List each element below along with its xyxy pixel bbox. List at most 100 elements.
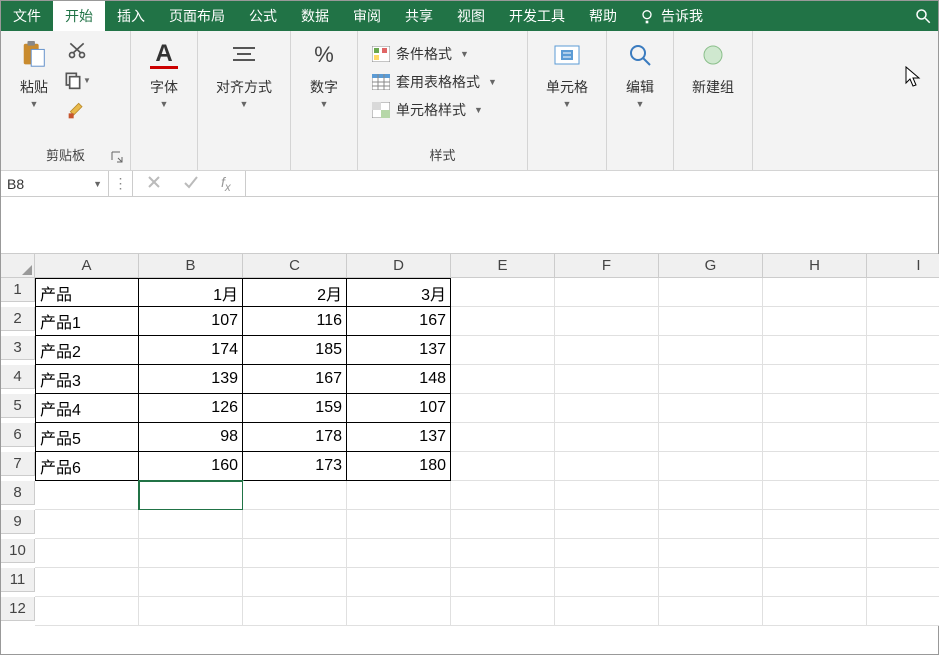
cell-F3[interactable] xyxy=(555,336,659,365)
cell-H8[interactable] xyxy=(763,481,867,510)
cell-I5[interactable] xyxy=(867,394,939,423)
cell-E11[interactable] xyxy=(451,568,555,597)
tab-view[interactable]: 视图 xyxy=(445,1,497,31)
cell-C2[interactable]: 116 xyxy=(243,307,347,336)
cell-F7[interactable] xyxy=(555,452,659,481)
col-header-A[interactable]: A xyxy=(35,254,139,278)
cell-E8[interactable] xyxy=(451,481,555,510)
cut-button[interactable] xyxy=(63,37,91,63)
editing-button[interactable]: 编辑 ▼ xyxy=(615,37,665,113)
row-header-9[interactable]: 9 xyxy=(1,510,35,534)
cell-B11[interactable] xyxy=(139,568,243,597)
cell-F10[interactable] xyxy=(555,539,659,568)
alignment-button[interactable]: 对齐方式 ▼ xyxy=(206,37,282,113)
paste-button[interactable]: 粘贴 ▼ xyxy=(9,37,59,113)
cell-D1[interactable]: 3月 xyxy=(347,278,451,307)
cell-G2[interactable] xyxy=(659,307,763,336)
cell-B6[interactable]: 98 xyxy=(139,423,243,452)
cell-D3[interactable]: 137 xyxy=(347,336,451,365)
cell-A2[interactable]: 产品1 xyxy=(35,307,139,336)
cell-G11[interactable] xyxy=(659,568,763,597)
col-header-C[interactable]: C xyxy=(243,254,347,278)
row-header-1[interactable]: 1 xyxy=(1,278,35,302)
cell-F5[interactable] xyxy=(555,394,659,423)
cell-B12[interactable] xyxy=(139,597,243,626)
cell-G3[interactable] xyxy=(659,336,763,365)
row-header-12[interactable]: 12 xyxy=(1,597,35,621)
cell-F1[interactable] xyxy=(555,278,659,307)
tab-data[interactable]: 数据 xyxy=(289,1,341,31)
cell-A3[interactable]: 产品2 xyxy=(35,336,139,365)
cell-A6[interactable]: 产品5 xyxy=(35,423,139,452)
name-box[interactable]: B8 ▼ xyxy=(1,171,109,196)
cell-H9[interactable] xyxy=(763,510,867,539)
tab-review[interactable]: 审阅 xyxy=(341,1,393,31)
cell-E1[interactable] xyxy=(451,278,555,307)
cell-H5[interactable] xyxy=(763,394,867,423)
cell-D7[interactable]: 180 xyxy=(347,452,451,481)
row-header-3[interactable]: 3 xyxy=(1,336,35,360)
cell-D11[interactable] xyxy=(347,568,451,597)
cell-C3[interactable]: 185 xyxy=(243,336,347,365)
col-header-F[interactable]: F xyxy=(555,254,659,278)
cell-G8[interactable] xyxy=(659,481,763,510)
cell-A5[interactable]: 产品4 xyxy=(35,394,139,423)
row-header-8[interactable]: 8 xyxy=(1,481,35,505)
cell-B2[interactable]: 107 xyxy=(139,307,243,336)
cell-B9[interactable] xyxy=(139,510,243,539)
cell-C9[interactable] xyxy=(243,510,347,539)
cell-H4[interactable] xyxy=(763,365,867,394)
cell-A4[interactable]: 产品3 xyxy=(35,365,139,394)
cell-B4[interactable]: 139 xyxy=(139,365,243,394)
enter-formula-button[interactable] xyxy=(183,175,199,192)
cancel-formula-button[interactable] xyxy=(147,175,161,192)
cell-F4[interactable] xyxy=(555,365,659,394)
formula-input[interactable] xyxy=(246,171,938,196)
cell-C1[interactable]: 2月 xyxy=(243,278,347,307)
cell-D8[interactable] xyxy=(347,481,451,510)
tab-home[interactable]: 开始 xyxy=(53,1,105,31)
copy-button[interactable]: ▼ xyxy=(63,67,91,93)
select-all-corner[interactable] xyxy=(1,254,35,278)
cell-D2[interactable]: 167 xyxy=(347,307,451,336)
cell-I9[interactable] xyxy=(867,510,939,539)
cell-I2[interactable] xyxy=(867,307,939,336)
new-group-button[interactable]: 新建组 xyxy=(682,37,744,100)
cell-I7[interactable] xyxy=(867,452,939,481)
format-as-table-button[interactable]: 套用表格格式 ▼ xyxy=(366,69,503,95)
cell-A12[interactable] xyxy=(35,597,139,626)
cell-H12[interactable] xyxy=(763,597,867,626)
cell-F12[interactable] xyxy=(555,597,659,626)
cell-A11[interactable] xyxy=(35,568,139,597)
conditional-formatting-button[interactable]: 条件格式 ▼ xyxy=(366,41,475,67)
cell-A8[interactable] xyxy=(35,481,139,510)
row-header-5[interactable]: 5 xyxy=(1,394,35,418)
cell-E3[interactable] xyxy=(451,336,555,365)
col-header-I[interactable]: I xyxy=(867,254,939,278)
font-group-button[interactable]: A 字体 ▼ xyxy=(139,37,189,113)
cell-C10[interactable] xyxy=(243,539,347,568)
cell-H6[interactable] xyxy=(763,423,867,452)
cell-F11[interactable] xyxy=(555,568,659,597)
cell-C6[interactable]: 178 xyxy=(243,423,347,452)
cell-A10[interactable] xyxy=(35,539,139,568)
cell-B1[interactable]: 1月 xyxy=(139,278,243,307)
cell-B7[interactable]: 160 xyxy=(139,452,243,481)
cell-I11[interactable] xyxy=(867,568,939,597)
cell-B8[interactable] xyxy=(139,481,243,510)
cell-D4[interactable]: 148 xyxy=(347,365,451,394)
cell-G5[interactable] xyxy=(659,394,763,423)
dialog-launcher-icon[interactable] xyxy=(110,150,124,164)
row-header-11[interactable]: 11 xyxy=(1,568,35,592)
cell-B10[interactable] xyxy=(139,539,243,568)
tab-formulas[interactable]: 公式 xyxy=(237,1,289,31)
col-header-B[interactable]: B xyxy=(139,254,243,278)
cell-H3[interactable] xyxy=(763,336,867,365)
cell-E7[interactable] xyxy=(451,452,555,481)
cell-H7[interactable] xyxy=(763,452,867,481)
cell-C12[interactable] xyxy=(243,597,347,626)
tab-insert[interactable]: 插入 xyxy=(105,1,157,31)
cell-E9[interactable] xyxy=(451,510,555,539)
cell-A1[interactable]: 产品 xyxy=(35,278,139,307)
spreadsheet-grid[interactable]: A B C D E F G H I 1 产品 1月 2月 3月 2 产品1 10… xyxy=(1,253,938,626)
